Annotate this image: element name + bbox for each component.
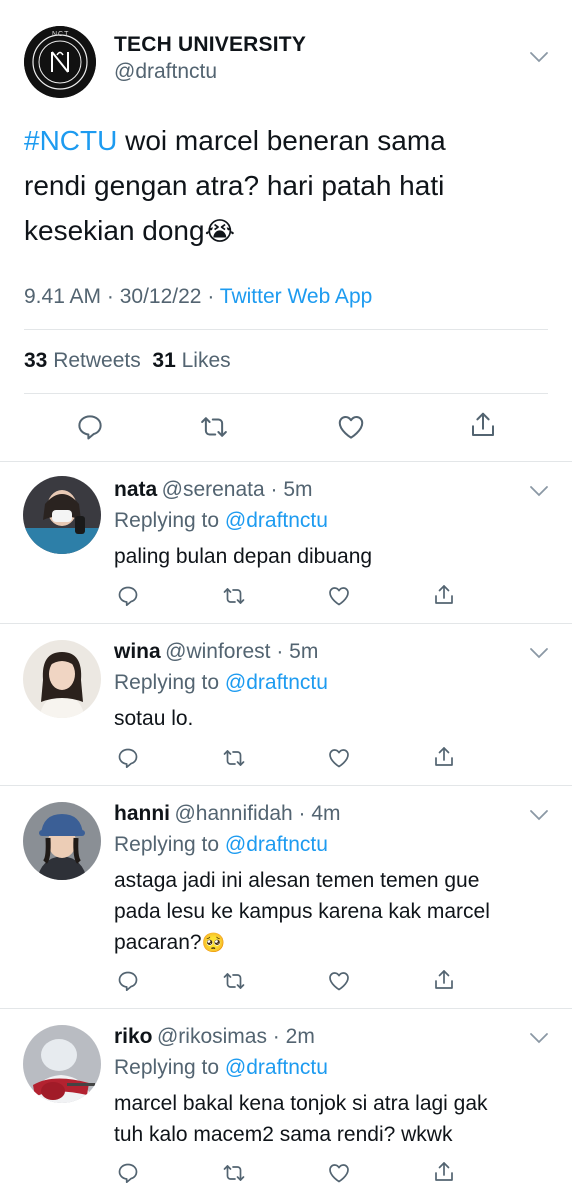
reply-author-name[interactable]: wina xyxy=(114,640,161,663)
divider xyxy=(0,623,572,624)
replying-to: Replying to @draftnctu xyxy=(114,509,328,533)
likes-count[interactable]: 31 xyxy=(152,349,175,372)
reply-author-handle[interactable]: @winforest xyxy=(165,640,270,663)
retweet-icon[interactable] xyxy=(222,584,246,608)
retweets-label[interactable]: Retweets xyxy=(53,349,141,372)
share-icon[interactable] xyxy=(432,968,456,992)
divider xyxy=(24,329,548,330)
tweet-text: #NCTU woi marcel beneran sama rendi geng… xyxy=(24,118,544,254)
account-name[interactable]: TECH UNIVERSITY xyxy=(114,33,306,57)
avatar[interactable] xyxy=(23,1025,101,1103)
chevron-down-icon[interactable] xyxy=(528,804,550,826)
replying-to-label: Replying to xyxy=(114,671,225,694)
reply-text: sotau lo. xyxy=(114,703,554,734)
divider xyxy=(0,461,572,462)
like-icon[interactable] xyxy=(336,412,366,442)
reply-header: nata @serenata · 5m xyxy=(114,478,313,502)
dot-separator: · xyxy=(264,478,284,501)
chevron-down-icon[interactable] xyxy=(528,1027,550,1049)
replying-to-label: Replying to xyxy=(114,833,225,856)
reply-text-line: sotau lo. xyxy=(114,707,194,730)
replying-to-label: Replying to xyxy=(114,509,225,532)
reply-text-line: paling bulan depan dibuang xyxy=(114,545,373,568)
reply-time: 5m xyxy=(289,640,319,663)
replying-to: Replying to @draftnctu xyxy=(114,671,328,695)
retweet-icon[interactable] xyxy=(222,1161,246,1185)
chevron-down-icon[interactable] xyxy=(528,642,550,664)
account-handle[interactable]: @draftnctu xyxy=(114,60,217,84)
divider xyxy=(24,393,548,394)
reply-text-line: tuh kalo macem2 sama rendi? wkwk xyxy=(114,1123,453,1146)
tweet-meta: 9.41 AM · 30/12/22 · Twitter Web App xyxy=(24,285,372,309)
reply-icon[interactable] xyxy=(116,969,140,993)
like-icon[interactable] xyxy=(327,584,351,608)
replying-to-link[interactable]: @draftnctu xyxy=(225,833,328,856)
tweet-source-link[interactable]: Twitter Web App xyxy=(220,285,373,308)
divider xyxy=(0,785,572,786)
share-icon[interactable] xyxy=(432,1160,456,1184)
replying-to-link[interactable]: @draftnctu xyxy=(225,1056,328,1079)
dot-separator: · xyxy=(292,802,312,825)
reply-header: hanni @hannifidah · 4m xyxy=(114,802,341,826)
reply-text: paling bulan depan dibuang xyxy=(114,541,554,572)
reply-icon[interactable] xyxy=(75,412,105,442)
reply-author-name[interactable]: nata xyxy=(114,478,157,501)
like-icon[interactable] xyxy=(327,1161,351,1185)
retweet-icon[interactable] xyxy=(222,969,246,993)
reply-text: astaga jadi ini alesan temen temen gue p… xyxy=(114,865,554,959)
reply-author-handle[interactable]: @serenata xyxy=(162,478,265,501)
tweet-text-line1: woi marcel beneran sama xyxy=(117,125,446,156)
like-icon[interactable] xyxy=(327,969,351,993)
replying-to: Replying to @draftnctu xyxy=(114,1056,328,1080)
chevron-down-icon[interactable] xyxy=(528,480,550,502)
reply-icon[interactable] xyxy=(116,746,140,770)
tweet-time: 9.41 AM xyxy=(24,285,102,308)
retweets-count[interactable]: 33 xyxy=(24,349,47,372)
reply-text: marcel bakal kena tonjok si atra lagi ga… xyxy=(114,1088,554,1150)
reply-author-name[interactable]: hanni xyxy=(114,802,170,825)
avatar[interactable] xyxy=(23,476,101,554)
hashtag-link[interactable]: #NCTU xyxy=(24,125,117,156)
meta-separator: · xyxy=(101,285,120,308)
avatar[interactable] xyxy=(23,640,101,718)
reply-time: 2m xyxy=(285,1025,315,1048)
reply-text-line: astaga jadi ini alesan temen temen gue xyxy=(114,869,480,892)
avatar[interactable] xyxy=(23,802,101,880)
reply-author-name[interactable]: riko xyxy=(114,1025,153,1048)
tweet-text-line2: rendi gengan atra? hari patah hati xyxy=(24,170,445,201)
dot-separator: · xyxy=(270,640,290,663)
replying-to-label: Replying to xyxy=(114,1056,225,1079)
meta-separator: · xyxy=(201,285,220,308)
crying-emoji: 😭 xyxy=(204,216,235,246)
tweet-date: 30/12/22 xyxy=(119,285,202,308)
reply-header: riko @rikosimas · 2m xyxy=(114,1025,315,1049)
replying-to-link[interactable]: @draftnctu xyxy=(225,509,328,532)
retweet-icon[interactable] xyxy=(222,746,246,770)
like-icon[interactable] xyxy=(327,746,351,770)
reply-icon[interactable] xyxy=(116,1161,140,1185)
pleading-emoji: 🥺 xyxy=(201,933,226,954)
replying-to: Replying to @draftnctu xyxy=(114,833,328,857)
tweet-text-line3: kesekian dong xyxy=(24,215,205,246)
reply-time: 5m xyxy=(283,478,313,501)
reply-text-line: pacaran? xyxy=(114,931,202,954)
divider xyxy=(0,1008,572,1009)
share-icon[interactable] xyxy=(432,745,456,769)
reply-author-handle[interactable]: @hannifidah xyxy=(174,802,292,825)
tweet-stats: 33 Retweets 31 Likes xyxy=(24,349,231,373)
share-icon[interactable] xyxy=(432,583,456,607)
chevron-down-icon[interactable] xyxy=(528,46,550,68)
share-icon[interactable] xyxy=(468,410,498,440)
reply-icon[interactable] xyxy=(116,584,140,608)
account-logo-text: NCT xyxy=(52,31,70,38)
reply-author-handle[interactable]: @rikosimas xyxy=(157,1025,267,1048)
reply-time: 4m xyxy=(311,802,341,825)
reply-text-line: marcel bakal kena tonjok si atra lagi ga… xyxy=(114,1092,488,1115)
replying-to-link[interactable]: @draftnctu xyxy=(225,671,328,694)
likes-label[interactable]: Likes xyxy=(182,349,231,372)
dot-separator: · xyxy=(266,1025,286,1048)
reply-header: wina @winforest · 5m xyxy=(114,640,318,664)
retweet-icon[interactable] xyxy=(199,412,229,442)
reply-text-line: pada lesu ke kampus karena kak marcel xyxy=(114,900,490,923)
